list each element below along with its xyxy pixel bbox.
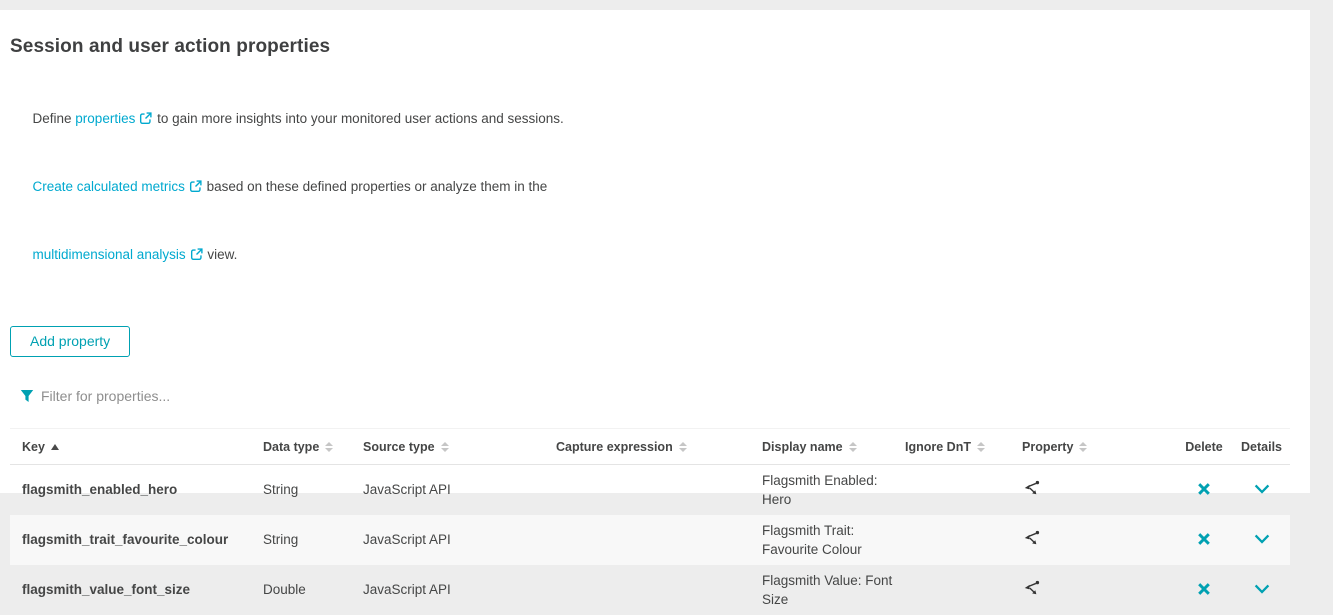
chevron-down-icon[interactable]: [1250, 531, 1274, 547]
add-property-button[interactable]: Add property: [10, 326, 130, 357]
intro-text-segment: view.: [204, 247, 238, 262]
table-row: flagsmith_trait_favourite_colour String …: [10, 515, 1290, 565]
column-header-details: Details: [1233, 429, 1290, 465]
external-link-icon: [189, 178, 202, 200]
cell-data-type: String: [263, 465, 363, 515]
cell-source-type: JavaScript API: [363, 465, 556, 515]
column-header-ignore-dnt[interactable]: Ignore DnT: [905, 429, 1022, 465]
filter-bar: [20, 388, 1310, 404]
column-header-property[interactable]: Property: [1022, 429, 1175, 465]
page-title: Session and user action properties: [10, 36, 1310, 58]
delete-button[interactable]: [1193, 580, 1215, 598]
column-header-capture-expression[interactable]: Capture expression: [556, 429, 762, 465]
cell-source-type: JavaScript API: [363, 565, 556, 615]
sort-arrows-icon: [441, 442, 449, 452]
cell-display-name: Flagsmith Value: Font Size: [762, 565, 905, 615]
cell-key: flagsmith_value_font_size: [10, 565, 263, 615]
cell-capture-expression: [556, 565, 762, 615]
intro-text-segment: to gain more insights into your monitore…: [153, 111, 563, 126]
cell-ignore-dnt: [905, 565, 1022, 615]
external-link-icon: [190, 246, 203, 268]
cell-delete: [1175, 465, 1233, 515]
table-row: flagsmith_value_font_size Double JavaScr…: [10, 565, 1290, 615]
funnel-icon: [20, 389, 34, 403]
cell-display-name: Flagsmith Enabled: Hero: [762, 465, 905, 515]
diverging-arrows-icon: [1022, 586, 1041, 601]
create-calculated-metrics-link[interactable]: Create calculated metrics: [33, 179, 203, 194]
cell-display-name: Flagsmith Trait: Favourite Colour: [762, 515, 905, 565]
diverging-arrows-icon: [1022, 486, 1041, 501]
diverging-arrows-icon: [1022, 536, 1041, 551]
table-header-row: Key Data type Source type Capture expres…: [10, 429, 1290, 465]
cell-delete: [1175, 515, 1233, 565]
column-header-delete: Delete: [1175, 429, 1233, 465]
cell-delete: [1175, 565, 1233, 615]
column-header-source-type[interactable]: Source type: [363, 429, 556, 465]
cell-details: [1233, 565, 1290, 615]
column-header-data-type[interactable]: Data type: [263, 429, 363, 465]
properties-table: Key Data type Source type Capture expres…: [10, 428, 1290, 615]
cell-property: [1022, 515, 1175, 565]
filter-properties-input[interactable]: [41, 388, 441, 404]
sort-arrows-icon: [849, 442, 857, 452]
sort-arrows-icon: [325, 442, 333, 452]
triangle-up-icon: [51, 444, 59, 450]
cell-data-type: Double: [263, 565, 363, 615]
cell-property: [1022, 465, 1175, 515]
cell-ignore-dnt: [905, 515, 1022, 565]
intro-text-segment: based on these defined properties or ana…: [203, 179, 547, 194]
cell-key: flagsmith_trait_favourite_colour: [10, 515, 263, 565]
delete-button[interactable]: [1193, 530, 1215, 548]
cell-details: [1233, 465, 1290, 515]
delete-button[interactable]: [1193, 480, 1215, 498]
cell-details: [1233, 515, 1290, 565]
cell-key: flagsmith_enabled_hero: [10, 465, 263, 515]
intro-text: Define properties to gain more insights …: [10, 86, 1310, 290]
column-header-key[interactable]: Key: [10, 429, 263, 465]
chevron-down-icon[interactable]: [1250, 581, 1274, 597]
column-header-display-name[interactable]: Display name: [762, 429, 905, 465]
cell-ignore-dnt: [905, 465, 1022, 515]
chevron-down-icon[interactable]: [1250, 481, 1274, 497]
content-panel: Session and user action properties Defin…: [0, 10, 1310, 493]
multidimensional-analysis-link[interactable]: multidimensional analysis: [33, 247, 204, 262]
properties-link[interactable]: properties: [75, 111, 153, 126]
sort-arrows-icon: [977, 442, 985, 452]
cell-capture-expression: [556, 465, 762, 515]
cell-property: [1022, 565, 1175, 615]
sort-arrows-icon: [1079, 442, 1087, 452]
table-row: flagsmith_enabled_hero String JavaScript…: [10, 465, 1290, 515]
cell-data-type: String: [263, 515, 363, 565]
sort-arrows-icon: [679, 442, 687, 452]
cell-capture-expression: [556, 515, 762, 565]
external-link-icon: [139, 110, 152, 132]
cell-source-type: JavaScript API: [363, 515, 556, 565]
intro-text-segment: Define: [33, 111, 76, 126]
